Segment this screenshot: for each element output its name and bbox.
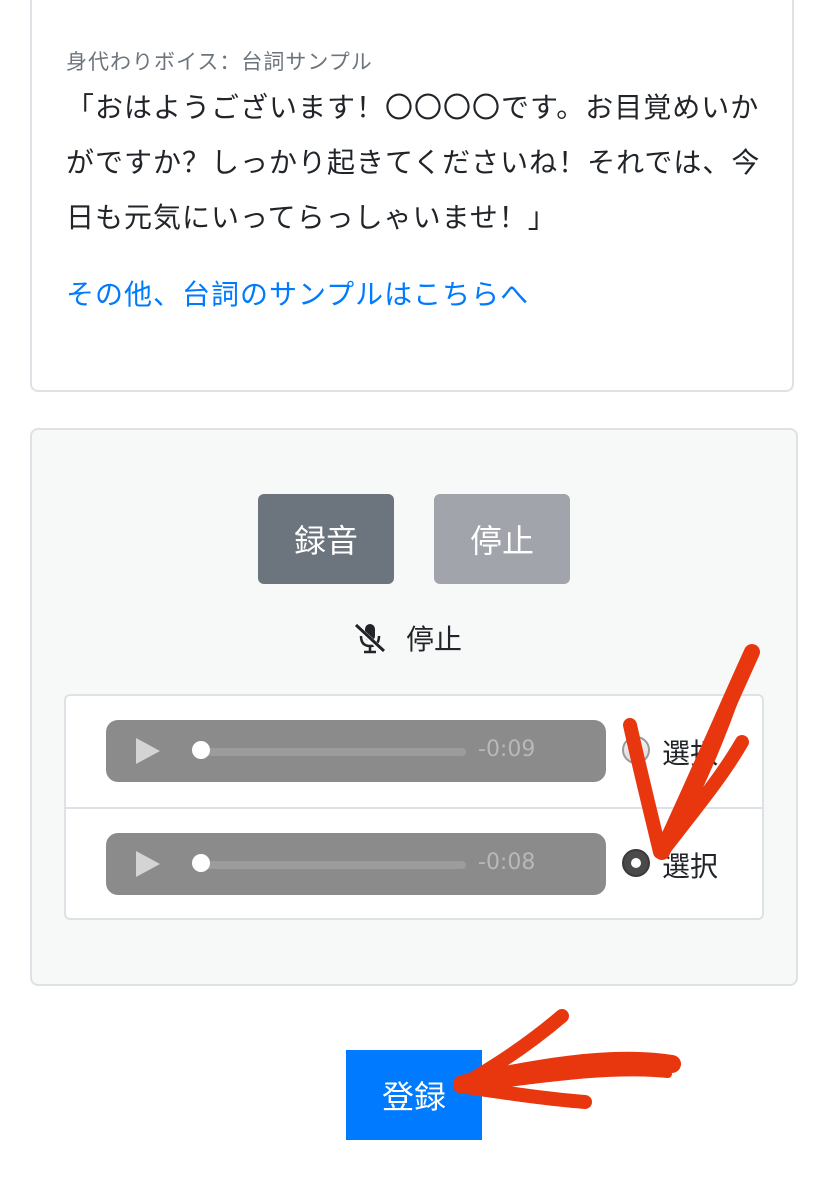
record-button[interactable]: 録音 [258, 494, 394, 584]
microphone-slash-icon [354, 623, 386, 654]
sample-caption: 身代わりボイス：台詞サンプル [66, 50, 373, 74]
remaining-time: -0:09 [478, 737, 536, 762]
more-samples-link[interactable]: その他、台詞のサンプルはこちらへ [66, 273, 529, 313]
play-icon[interactable] [136, 738, 160, 764]
annotation-arrow-down [623, 644, 760, 860]
seek-bar[interactable] [194, 861, 466, 869]
audio-player[interactable]: -0:08 [106, 833, 606, 895]
status-text: 停止 [406, 623, 463, 656]
stop-button[interactable]: 停止 [434, 494, 570, 584]
seek-handle[interactable] [192, 854, 210, 872]
seek-bar[interactable] [194, 748, 466, 756]
annotation-arrow-left [453, 1009, 681, 1109]
remaining-time: -0:08 [478, 850, 536, 875]
play-icon[interactable] [136, 851, 160, 877]
voice-sample-card: 身代わりボイス：台詞サンプル 「おはようございます！〇〇〇〇です。お目覚めいかが… [30, 0, 794, 392]
audio-player[interactable]: -0:09 [106, 720, 606, 782]
recording-status: 停止 [352, 618, 462, 658]
sample-script-text: 「おはようございます！〇〇〇〇です。お目覚めいかがですか？しっかり起きてください… [66, 91, 761, 234]
seek-handle[interactable] [192, 741, 210, 759]
